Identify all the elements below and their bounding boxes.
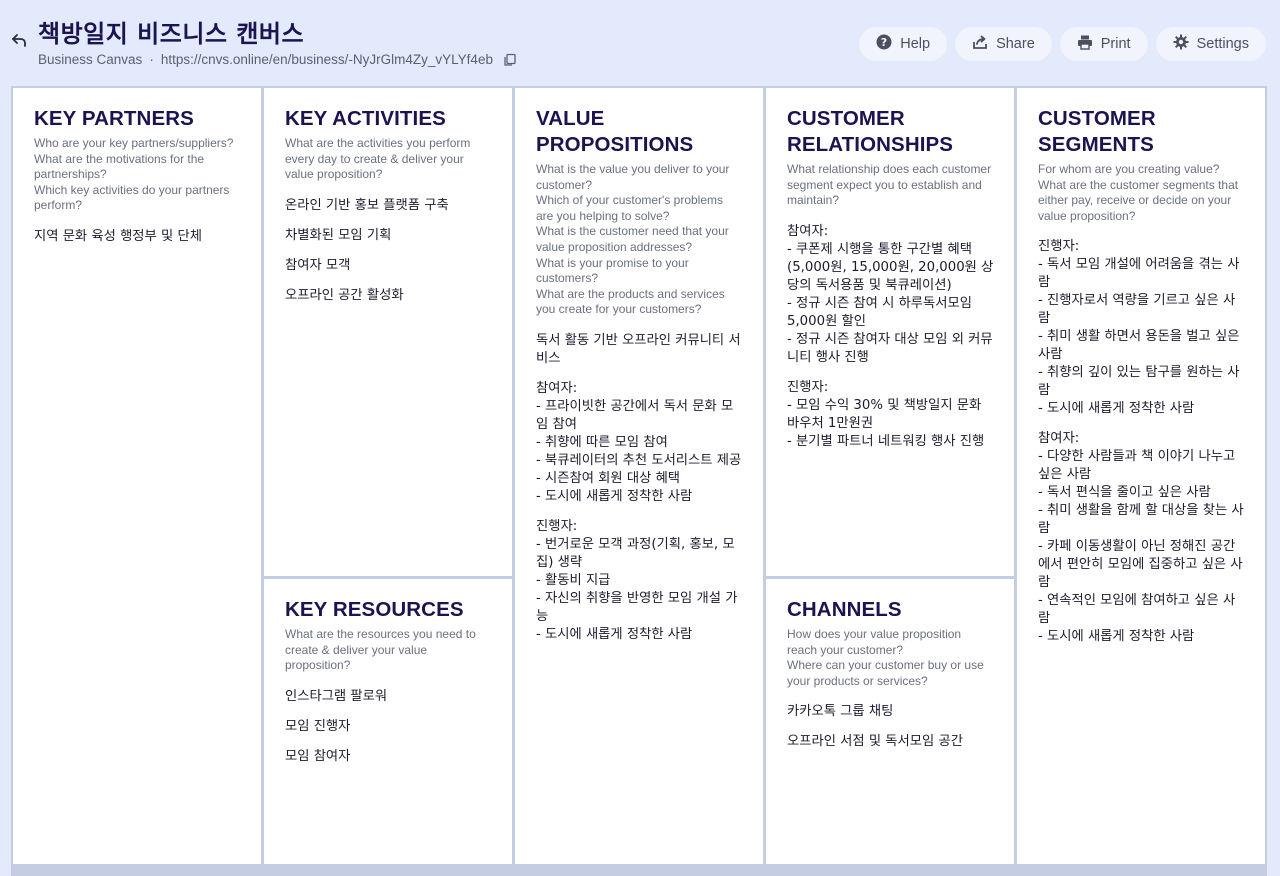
section-title: KEY RESOURCES — [285, 598, 464, 621]
section-title: VALUE PROPOSITIONS — [536, 107, 694, 156]
section-question: What is the value you deliver to your cu… — [536, 162, 730, 317]
copy-icon[interactable] — [503, 53, 517, 67]
note[interactable]: 인스타그램 팔로워 — [285, 688, 492, 706]
section-question: What relationship does each customer seg… — [787, 162, 992, 208]
section-key-activities[interactable]: KEY ACTIVITIES What are the activities y… — [264, 88, 512, 576]
print-label: Print — [1100, 36, 1131, 52]
notes-list: 인스타그램 팔로워 모임 진행자 모임 참여자 — [285, 688, 492, 766]
note[interactable]: 카카오톡 그룹 채팅 — [787, 703, 994, 721]
undo-arrow-icon[interactable] — [8, 30, 30, 52]
section-key-resources[interactable]: KEY RESOURCES What are the resources you… — [264, 579, 512, 864]
page-title[interactable]: 책방일지 비즈니스 캔버스 — [38, 14, 304, 49]
canvas-type: Business Canvas — [38, 52, 143, 67]
section-question: What are the resources you need to creat… — [285, 627, 476, 673]
section-customer-relationships[interactable]: CUSTOMER RELATIONSHIPS What relationship… — [766, 88, 1014, 576]
note[interactable]: 진행자: - 독서 모임 개설에 어려움을 겪는 사람 - 진행자로서 역량을 … — [1038, 238, 1245, 418]
notes-list: 온라인 기반 홍보 플랫폼 구축 차별화된 모임 기획 참여자 모객 오프라인 … — [285, 197, 492, 305]
canvas-url[interactable]: https://cnvs.online/en/business/-NyJrGlm… — [161, 52, 493, 67]
note[interactable]: 진행자: - 모임 수익 30% 및 책방일지 문화 바우처 1만원권 - 분기… — [787, 379, 994, 451]
printer-icon — [1077, 34, 1093, 54]
svg-text:?: ? — [881, 36, 887, 49]
share-label: Share — [996, 36, 1035, 52]
note[interactable]: 차별화된 모임 기획 — [285, 227, 492, 245]
note[interactable]: 진행자: - 번거로운 모객 과정(기획, 홍보, 모집) 생략 - 활동비 지… — [536, 518, 743, 644]
note[interactable]: 오프라인 공간 활성화 — [285, 287, 492, 305]
note[interactable]: 지역 문화 육성 행정부 및 단체 — [34, 228, 241, 246]
section-title: CUSTOMER RELATIONSHIPS — [787, 107, 954, 156]
help-label: Help — [900, 36, 931, 52]
note[interactable]: 참여자: - 프라이빗한 공간에서 독서 문화 모임 참여 - 취향에 따른 모… — [536, 380, 743, 506]
separator: · — [149, 52, 154, 67]
canvas-meta: Business Canvas · https://cnvs.online/en… — [38, 52, 517, 67]
note[interactable]: 모임 진행자 — [285, 718, 492, 736]
note[interactable]: 모임 참여자 — [285, 748, 492, 766]
header-actions: ? Help Share Print Settings — [859, 27, 1266, 61]
section-title: KEY PARTNERS — [34, 107, 194, 130]
section-title: CHANNELS — [787, 598, 902, 621]
notes-list: 지역 문화 육성 행정부 및 단체 — [34, 228, 241, 246]
section-question: For whom are you creating value? What ar… — [1038, 162, 1239, 223]
notes-list: 진행자: - 독서 모임 개설에 어려움을 겪는 사람 - 진행자로서 역량을 … — [1038, 238, 1245, 646]
section-customer-segments[interactable]: CUSTOMER SEGMENTS For whom are you creat… — [1017, 88, 1265, 864]
share-button[interactable]: Share — [955, 27, 1052, 61]
section-value-propositions[interactable]: VALUE PROPOSITIONS What is the value you… — [515, 88, 763, 864]
note[interactable]: 참여자: - 다양한 사람들과 책 이야기 나누고 싶은 사람 - 독서 편식을… — [1038, 430, 1245, 646]
help-button[interactable]: ? Help — [859, 27, 948, 61]
canvas-board: KEY PARTNERS Who are your key partners/s… — [11, 86, 1267, 876]
note[interactable]: 참여자: - 쿠폰제 시행을 통한 구간별 혜택 (5,000원, 15,000… — [787, 223, 994, 367]
section-title: CUSTOMER SEGMENTS — [1038, 107, 1156, 156]
section-title: KEY ACTIVITIES — [285, 107, 446, 130]
share-icon — [972, 34, 988, 54]
notes-list: 참여자: - 쿠폰제 시행을 통한 구간별 혜택 (5,000원, 15,000… — [787, 223, 994, 451]
section-question: How does your value proposition reach yo… — [787, 627, 984, 688]
settings-button[interactable]: Settings — [1155, 27, 1266, 61]
note[interactable]: 온라인 기반 홍보 플랫폼 구축 — [285, 197, 492, 215]
print-button[interactable]: Print — [1059, 27, 1148, 61]
settings-label: Settings — [1196, 36, 1249, 52]
section-channels[interactable]: CHANNELS How does your value proposition… — [766, 579, 1014, 864]
section-question: Who are your key partners/suppliers? Wha… — [34, 136, 234, 213]
gear-icon — [1173, 34, 1189, 54]
section-key-partners[interactable]: KEY PARTNERS Who are your key partners/s… — [13, 88, 261, 864]
notes-list: 독서 활동 기반 오프라인 커뮤니티 서비스 참여자: - 프라이빗한 공간에서… — [536, 332, 743, 644]
note[interactable]: 오프라인 서점 및 독서모임 공간 — [787, 733, 994, 751]
notes-list: 카카오톡 그룹 채팅 오프라인 서점 및 독서모임 공간 — [787, 703, 994, 751]
note[interactable]: 참여자 모객 — [285, 257, 492, 275]
section-question: What are the activities you perform ever… — [285, 136, 471, 182]
help-circle-icon: ? — [876, 34, 892, 54]
note[interactable]: 독서 활동 기반 오프라인 커뮤니티 서비스 — [536, 332, 743, 368]
header-bar: 책방일지 비즈니스 캔버스 Business Canvas · https://… — [0, 0, 1280, 86]
